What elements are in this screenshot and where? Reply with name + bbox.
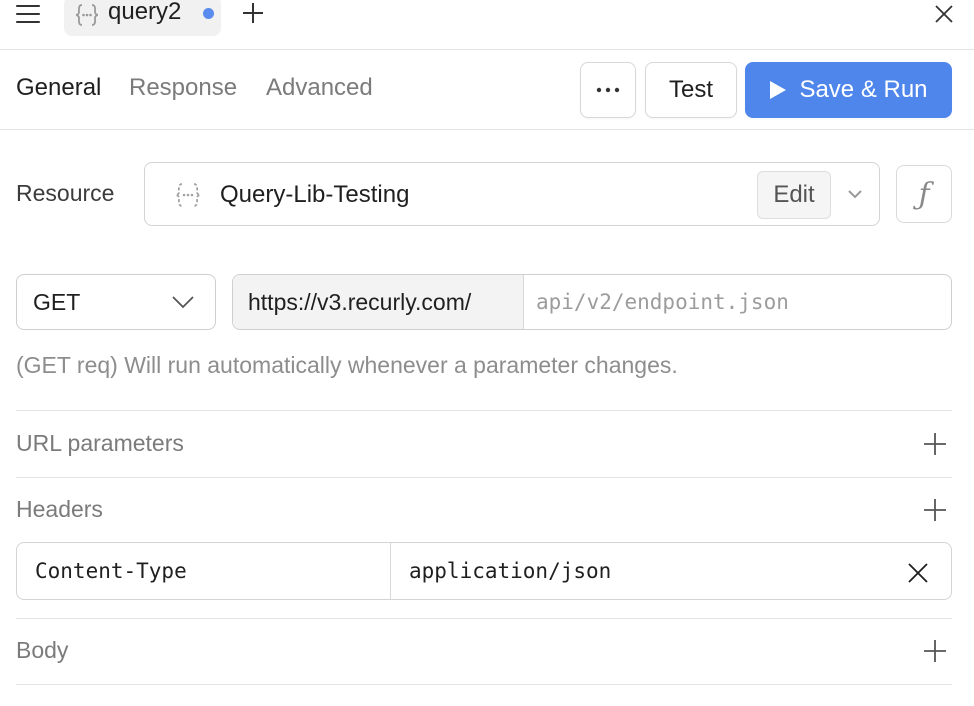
header-key-input[interactable]: [17, 543, 391, 599]
tab-title: query2: [108, 0, 182, 25]
unsaved-indicator: [203, 8, 214, 19]
header-value-input[interactable]: [391, 543, 891, 599]
resource-name: Query-Lib-Testing: [220, 181, 410, 208]
close-icon[interactable]: [932, 2, 956, 26]
url-path-input[interactable]: [524, 275, 951, 329]
chevron-down-icon: [172, 296, 194, 309]
function-button[interactable]: ƒ: [896, 165, 952, 223]
save-and-run-button[interactable]: Save & Run: [745, 62, 952, 118]
headers-title: Headers: [16, 496, 103, 522]
top-tab-bar: query2: [0, 0, 974, 50]
divider: [16, 477, 952, 478]
resource-select[interactable]: Query-Lib-Testing Edit: [144, 162, 880, 226]
hamburger-icon[interactable]: [14, 2, 42, 26]
save-and-run-label: Save & Run: [799, 76, 928, 103]
tab-advanced[interactable]: Advanced: [266, 74, 373, 102]
ellipsis-icon: [596, 87, 620, 93]
tab-general[interactable]: General: [16, 74, 101, 102]
body-title: Body: [16, 637, 69, 663]
edit-resource-button[interactable]: Edit: [757, 171, 831, 219]
plus-icon[interactable]: [240, 0, 266, 26]
add-url-parameter-icon[interactable]: [922, 431, 948, 457]
code-braces-icon: [175, 183, 201, 207]
method-value: GET: [33, 289, 81, 315]
query-tab[interactable]: query2: [64, 0, 221, 36]
remove-header-icon[interactable]: [907, 562, 929, 584]
header-row: [16, 542, 952, 600]
editor-toolbar: General Response Advanced Test Save & Ru…: [0, 50, 974, 130]
url-parameters-title: URL parameters: [16, 430, 184, 456]
code-braces-icon: [75, 4, 99, 26]
test-button[interactable]: Test: [645, 62, 737, 118]
chevron-down-icon[interactable]: [845, 187, 865, 201]
tab-response[interactable]: Response: [129, 74, 237, 102]
resource-label: Resource: [16, 180, 115, 206]
base-url: https://v3.recurly.com/: [233, 275, 524, 329]
divider: [16, 618, 952, 619]
divider: [16, 684, 952, 685]
more-actions-button[interactable]: [580, 62, 636, 118]
play-icon: [770, 81, 787, 99]
auto-run-hint: (GET req) Will run automatically wheneve…: [16, 352, 678, 378]
add-header-icon[interactable]: [922, 497, 948, 523]
url-field: https://v3.recurly.com/: [232, 274, 952, 330]
method-select[interactable]: GET: [16, 274, 216, 330]
add-body-icon[interactable]: [922, 638, 948, 664]
divider: [16, 410, 952, 411]
